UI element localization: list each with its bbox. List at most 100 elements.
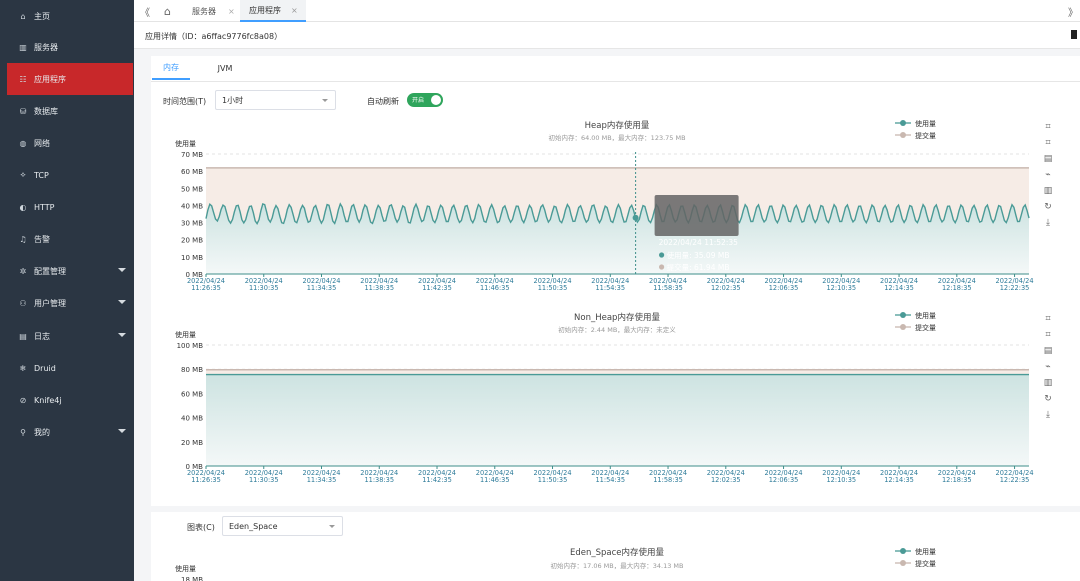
legend-marker [900,120,906,126]
sidebar-item-bell[interactable]: ♫ 告警 [0,223,134,255]
y-tick-label: 70 MB [181,151,203,159]
sidebar-item-home[interactable]: ⌂ 主页 [0,0,134,32]
x-tick-label: 12:18:35 [942,476,972,484]
sidebar-item-user[interactable]: ⚲ 我的 [0,416,134,448]
breadcrumb: 应用详情（ID：a6ffac9776fc8a08） [134,22,1080,49]
sidebar-item-user-manage[interactable]: ⚇ 用户管理 [0,287,134,319]
legend-marker [900,324,906,330]
x-tick-label: 12:06:35 [769,476,799,484]
sidebar: ⌂ 主页 ▥ 服务器 ☷ 应用程序 ⛁ 数据库 ◍ 网络 ⟡ TCP ◐ HTTP ♫ 告警 ✲ 配置管理 ⚇ 用户管… [0,0,134,581]
user-icon: ⚲ [20,427,26,437]
time-range-select[interactable]: 1小时 [215,90,336,110]
scroll-right-icon[interactable]: 》 [1068,0,1078,22]
x-tick-label: 12:14:35 [884,476,914,484]
x-tick-label: 11:42:35 [422,284,452,292]
y-tick-label: 30 MB [181,220,203,228]
database-icon: ⛁ [19,106,27,116]
toolbox-icon[interactable]: ↻ [1042,394,1054,404]
tab-jvm[interactable]: JVM [206,56,244,80]
tab-label: 服务器 [192,6,216,16]
x-tick-label: 11:54:35 [595,284,625,292]
sidebar-item-label: 网络 [34,138,50,148]
user-manage-icon: ⚇ [19,298,27,308]
toolbox-icon[interactable]: ⤓ [1042,410,1054,420]
network-icon: ◍ [19,138,27,148]
toolbox-icon[interactable]: ⌗ [1042,314,1054,324]
sidebar-item-knife[interactable]: ⊘ Knife4j [0,384,134,416]
close-icon[interactable]: × [291,6,298,15]
y-tick-label: 20 MB [181,439,203,447]
chart-select-label: 图表(C) [187,523,215,532]
collapse-icon[interactable]: 《 [140,0,150,22]
sidebar-item-network[interactable]: ◍ 网络 [0,127,134,159]
sidebar-item-config[interactable]: ✲ 配置管理 [0,255,134,287]
chevron-down-icon[interactable] [118,333,126,337]
sidebar-item-tcp[interactable]: ⟡ TCP [0,159,134,191]
lock-icon [1071,30,1077,39]
sidebar-item-app[interactable]: ☷ 应用程序 [7,63,133,95]
time-range-label: 时间范围(T) [163,97,207,106]
toolbox-icon[interactable]: ▥ [1042,186,1054,196]
sidebar-item-label: 我的 [34,427,50,437]
toolbox-icon[interactable]: ▤ [1042,346,1054,356]
x-tick-label: 12:06:35 [769,284,799,292]
tab-application[interactable]: 应用程序 × [240,0,306,22]
chevron-down-icon [322,99,328,102]
legend-marker [900,548,906,554]
sidebar-item-server[interactable]: ▥ 服务器 [0,31,134,63]
tab-memory[interactable]: 内存 [152,56,190,80]
auto-refresh-toggle[interactable]: 开启 [407,93,443,107]
sidebar-item-druid[interactable]: ❄ Druid [0,352,134,384]
toolbox-icon[interactable]: ⤓ [1042,218,1054,228]
log-icon: ▤ [19,331,27,341]
sidebar-item-label: TCP [34,170,49,180]
sidebar-item-http[interactable]: ◐ HTTP [0,191,134,223]
x-tick-label: 11:38:35 [364,476,394,484]
app-icon: ☷ [19,74,27,84]
y-tick-label: 10 MB [181,254,203,262]
sidebar-item-database[interactable]: ⛁ 数据库 [0,95,134,127]
tab-label: 应用程序 [249,5,281,15]
y-tick-label: 50 MB [181,185,203,193]
x-tick-label: 11:30:35 [249,284,279,292]
tooltip-marker [659,264,665,270]
chart-select[interactable]: Eden_Space [222,516,343,536]
sidebar-item-log[interactable]: ▤ 日志 [0,320,134,352]
y-tick-label: 60 MB [181,168,203,176]
sidebar-item-label: Druid [34,363,56,373]
chevron-down-icon[interactable] [118,429,126,433]
x-tick-label: 11:34:35 [307,476,337,484]
http-icon: ◐ [19,202,27,212]
home-icon[interactable]: ⌂ [164,0,171,22]
sidebar-item-label: 数据库 [34,106,58,116]
sidebar-item-label: 用户管理 [34,298,66,308]
toolbox-icon[interactable]: ⌗ [1042,330,1054,340]
close-icon[interactable]: × [228,7,235,16]
page-title: 应用详情（ID：a6ffac9776fc8a08） [145,32,283,41]
toolbox-icon[interactable]: ↻ [1042,202,1054,212]
toolbox-icon[interactable]: ▥ [1042,378,1054,388]
y-tick-label: 80 MB [181,366,203,374]
x-tick-label: 11:58:35 [653,476,683,484]
toolbox-icon[interactable]: ⌗ [1042,122,1054,132]
used-area [206,374,1029,466]
toolbox-icon[interactable]: ⌁ [1042,170,1054,180]
x-tick-label: 12:02:35 [711,284,741,292]
y-tick-label: 60 MB [181,390,203,398]
x-tick-label: 12:18:35 [942,284,972,292]
chevron-down-icon[interactable] [118,268,126,272]
legend-label: 使用量 [915,119,936,128]
tab-server[interactable]: 服务器 × [184,0,244,22]
chevron-down-icon[interactable] [118,300,126,304]
x-tick-label: 11:26:35 [191,284,221,292]
x-tick-label: 11:42:35 [422,476,452,484]
toolbox-icon[interactable]: ▤ [1042,154,1054,164]
x-tick-label: 12:02:35 [711,476,741,484]
toolbox-icon[interactable]: ⌁ [1042,362,1054,372]
legend-marker [900,312,906,318]
tooltip-box [654,195,739,236]
y-axis-label: 使用量 [175,139,196,148]
y-tick-label: 18 MB [181,576,203,581]
toolbox-icon[interactable]: ⌗ [1042,138,1054,148]
x-tick-label: 12:10:35 [826,284,856,292]
